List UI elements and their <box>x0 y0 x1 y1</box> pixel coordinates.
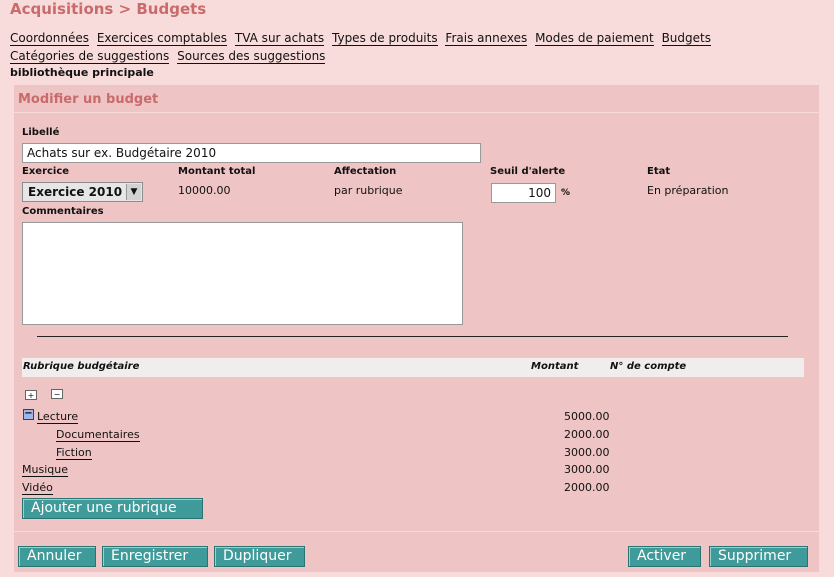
commentaires-label: Commentaires <box>22 206 104 217</box>
duplicate-button[interactable]: Dupliquer <box>214 546 305 567</box>
rubrique-video[interactable]: Vidéo <box>22 482 53 495</box>
nav-budgets[interactable]: Budgets <box>661 31 711 46</box>
expand-all-icon[interactable]: + <box>25 390 37 400</box>
rubrique-musique-amount: 3000.00 <box>564 463 610 476</box>
delete-button[interactable]: Supprimer <box>709 546 808 567</box>
rubrique-documentaires[interactable]: Documentaires <box>56 429 140 442</box>
etat-label: Etat <box>647 166 671 177</box>
settings-nav: Coordonnées Exercices comptables TVA sur… <box>10 29 770 65</box>
seuil-input[interactable] <box>491 183 556 203</box>
rubrique-fiction-amount: 3000.00 <box>564 446 610 459</box>
col-rubrique: Rubrique budgétaire <box>23 361 140 372</box>
collapse-all-icon[interactable]: − <box>51 389 63 399</box>
cancel-button[interactable]: Annuler <box>18 546 96 567</box>
nav-frais-annexes[interactable]: Frais annexes <box>445 31 528 46</box>
libelle-label: Libellé <box>22 127 60 138</box>
rubrique-documentaires-amount: 2000.00 <box>564 428 610 441</box>
nav-types-de-produits[interactable]: Types de produits <box>332 31 438 46</box>
collapse-node-icon[interactable]: − <box>23 409 34 420</box>
affectation-label: Affectation <box>334 166 397 177</box>
seuil-unit: % <box>561 188 571 198</box>
montant-total-label: Montant total <box>178 166 256 177</box>
col-montant: Montant <box>531 361 579 372</box>
save-button[interactable]: Enregistrer <box>102 546 208 567</box>
library-name: bibliothèque principale <box>10 66 154 79</box>
header-divider <box>14 112 819 113</box>
section-divider <box>37 336 788 337</box>
form-title: Modifier un budget <box>18 92 159 107</box>
rubriques-table-header: Rubrique budgétaire Montant N° de compte <box>22 358 804 377</box>
rubrique-video-amount: 2000.00 <box>564 481 610 494</box>
montant-total-value: 10000.00 <box>178 184 231 197</box>
libelle-input[interactable] <box>22 143 481 163</box>
nav-sources-des-suggestions[interactable]: Sources des suggestions <box>177 49 326 64</box>
footer-divider <box>14 531 819 532</box>
nav-tva-sur-achats[interactable]: TVA sur achats <box>234 31 325 46</box>
rubrique-musique[interactable]: Musique <box>22 464 68 477</box>
exercice-label: Exercice <box>22 166 70 177</box>
nav-exercices-comptables[interactable]: Exercices comptables <box>96 31 228 46</box>
add-rubrique-button[interactable]: Ajouter une rubrique <box>22 498 203 519</box>
col-compte: N° de compte <box>610 361 687 372</box>
affectation-value: par rubrique <box>334 184 403 197</box>
nav-categories-de-suggestions[interactable]: Catégories de suggestions <box>10 49 170 64</box>
nav-modes-de-paiement[interactable]: Modes de paiement <box>535 31 654 46</box>
rubrique-fiction[interactable]: Fiction <box>56 447 92 460</box>
page-title: Acquisitions > Budgets <box>10 0 207 18</box>
nav-coordonnees[interactable]: Coordonnées <box>10 31 89 46</box>
chevron-down-icon: ▼ <box>126 184 141 200</box>
rubrique-lecture[interactable]: Lecture <box>37 411 79 424</box>
activate-button[interactable]: Activer <box>628 546 701 567</box>
seuil-label: Seuil d'alerte <box>490 166 566 177</box>
rubrique-lecture-amount: 5000.00 <box>564 410 610 423</box>
etat-value: En préparation <box>647 184 729 197</box>
exercice-selected: Exercice 2010 <box>28 185 123 199</box>
commentaires-textarea[interactable] <box>22 222 463 325</box>
budget-form-panel: Modifier un budget Libellé Exercice Mont… <box>14 85 819 572</box>
exercice-select[interactable]: Exercice 2010 ▼ <box>22 182 143 202</box>
